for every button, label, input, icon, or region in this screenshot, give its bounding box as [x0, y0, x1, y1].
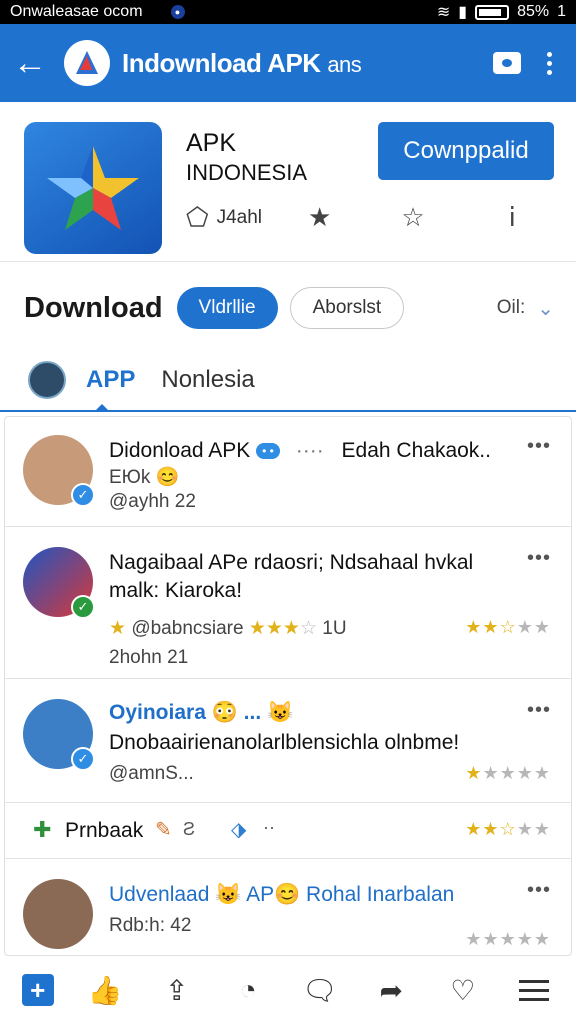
app-name-line1: APK	[186, 129, 237, 157]
rating-stars: ★★★★★	[465, 929, 551, 949]
download-row: Download Vldrllie Aborslst Oil: ⌄	[0, 275, 576, 341]
title-text: Indownload APK	[122, 47, 321, 78]
feed-item[interactable]: ✓ Oyinoiara 😳 ... 😺 Dnobaairienanolarlbl…	[5, 679, 571, 803]
more-horiz-icon[interactable]: •••	[527, 699, 551, 722]
post-subtitle: EЮk 😊	[109, 467, 180, 488]
forward-icon[interactable]: ➦	[371, 970, 411, 1010]
tab-indicator	[94, 404, 110, 412]
add-icon[interactable]: +	[21, 974, 54, 1006]
app-name: APK INDONESIA	[186, 128, 307, 188]
battery-icon	[475, 4, 510, 20]
rating-stars-inline: ★★★	[248, 618, 300, 639]
thumbs-up-icon[interactable]: 👍	[85, 970, 125, 1010]
feed-item[interactable]: ✓ Nagaibaal APe rdaosri; Ndsahaal hvkal …	[5, 527, 571, 679]
title-suffix: ans	[327, 51, 362, 77]
size-text: J4ahl	[216, 206, 263, 228]
avatar: ✓	[23, 435, 95, 507]
rating-row: ★ @babncsiare ★★★☆ 1U	[109, 617, 347, 640]
sort-label: Oil:	[496, 297, 526, 318]
app-meta: ⬠ J4ahl ★ ☆ ⅰ	[186, 202, 556, 233]
rating-stars: ★★★★★	[465, 763, 551, 783]
rating-stars: ★★☆★★	[465, 819, 551, 839]
comment-icon[interactable]: 🗨	[300, 970, 340, 1010]
size-info: ⬠ J4ahl	[186, 202, 262, 233]
more-horiz-icon[interactable]: •••	[527, 435, 551, 458]
verified-icon: ✓	[71, 483, 95, 507]
post-text: Dnobaairienanolarlblensichla olnbme!	[109, 731, 460, 754]
status-bar: Onwaleasae ocom ● ≋ ▮ 85% 1	[0, 0, 576, 24]
app-bar-title: Indownload APK ans	[122, 47, 362, 79]
avatar	[23, 879, 93, 949]
filter-chip-outline[interactable]: Aborslst	[289, 287, 405, 329]
post-meta: Rdb:h: 42	[109, 915, 192, 936]
post-title: Udvenlaad 😺 AP😊 Rohal Inarbalan	[109, 883, 455, 906]
tag-icon: ⬠	[186, 202, 209, 232]
star-icon: ★	[109, 618, 127, 639]
app-name-line2: INDONESIA	[186, 160, 308, 185]
install-button[interactable]: Cownppalid	[378, 122, 554, 180]
chat-icon[interactable]	[493, 52, 521, 74]
post-meta: @amnS...	[109, 763, 194, 784]
verified-icon: ✓	[71, 595, 95, 619]
post-title: Didonload APK • • ···· Edah Chakaok..	[109, 439, 491, 463]
verified-icon: ✓	[71, 747, 95, 771]
app-icon	[24, 122, 162, 254]
info-icon[interactable]: ⅰ	[509, 202, 516, 233]
rating-number: 1U	[322, 618, 347, 639]
signal-icon: ▮	[458, 4, 468, 21]
post-label: Prnbaak	[65, 819, 144, 842]
bottom-nav: + 👍 ⇪ ◔ 🗨 ➦ ♡	[0, 956, 576, 1024]
pencil-icon: ✎	[155, 819, 172, 841]
heart-icon[interactable]: ♡	[443, 970, 483, 1010]
post-time: 2hohn 21	[109, 647, 189, 668]
post-title-right: Edah Chakaok..	[341, 439, 491, 462]
dots-text: ····	[295, 439, 324, 462]
star-icon[interactable]: ★	[308, 202, 331, 233]
feed-list: ✓ Didonload APK • • ···· Edah Chakaok.. …	[4, 416, 572, 956]
tab-avatar	[28, 361, 66, 399]
more-horiz-icon[interactable]: •••	[527, 547, 551, 570]
edit-text-icon: Ƨ	[183, 819, 196, 839]
more-horiz-icon[interactable]: •••	[527, 879, 551, 902]
puzzle-icon: ✚	[33, 817, 52, 842]
feed-item[interactable]: ✚ Prnbaak ✎ Ƨ ⬗ ·· ★★☆★★	[5, 803, 571, 859]
rating-stars-off: ☆	[299, 618, 318, 639]
menu-icon[interactable]	[514, 970, 554, 1010]
wifi-icon: ≋	[436, 4, 451, 21]
post-text-line1: Nagaibaal APe rdaosri; Ndsahaal hvkal	[109, 551, 474, 574]
avatar: ✓	[23, 547, 95, 619]
sort-dropdown[interactable]: Oil: ⌄	[497, 296, 554, 321]
badge: • •	[256, 443, 280, 460]
feed-item[interactable]: Udvenlaad 😺 AP😊 Rohal Inarbalan Rdb:h: 4…	[5, 859, 571, 955]
tab-second[interactable]: Nonlesia	[161, 366, 254, 394]
feed-item[interactable]: ✓ Didonload APK • • ···· Edah Chakaok.. …	[5, 417, 571, 527]
clock-icon[interactable]: ◔	[228, 970, 268, 1010]
notification-icon: ●	[170, 5, 185, 19]
rating-user: @babncsiare	[131, 618, 244, 639]
app-header: APK INDONESIA Cownppalid ⬠ J4ahl ★ ☆ ⅰ	[0, 102, 576, 262]
post-text-line2: malk: Kiaroka!	[109, 579, 243, 602]
more-vert-icon[interactable]	[547, 51, 552, 75]
battery-percent: 85%	[517, 3, 550, 20]
carrier-text: Onwaleasae ocom	[10, 3, 143, 20]
share-icon[interactable]: ⇪	[157, 970, 197, 1010]
avatar: ✓	[23, 699, 95, 771]
star-outline-icon[interactable]: ☆	[401, 202, 424, 233]
download-heading: Download	[24, 291, 163, 324]
battery-extra: 1	[557, 3, 566, 20]
rating-stars: ★★☆★★	[465, 617, 551, 637]
logo-icon	[64, 40, 110, 86]
back-arrow-icon[interactable]: ←	[0, 46, 60, 80]
tab-bar: APP Nonlesia	[0, 350, 576, 412]
chevron-down-icon: ⌄	[537, 297, 554, 320]
filter-chip-active[interactable]: Vldrllie	[176, 287, 278, 329]
app-bar: ← Indownload APK ans	[0, 24, 576, 102]
tag-icon: ⬗	[231, 819, 247, 841]
post-author: Oyinoiara 😳 ... 😺	[109, 701, 294, 724]
dots-icon: ··	[263, 817, 275, 837]
post-meta: @ayhh 22	[109, 491, 196, 512]
post-title-text: Didonload APK	[109, 439, 251, 462]
tab-app[interactable]: APP	[86, 366, 135, 394]
